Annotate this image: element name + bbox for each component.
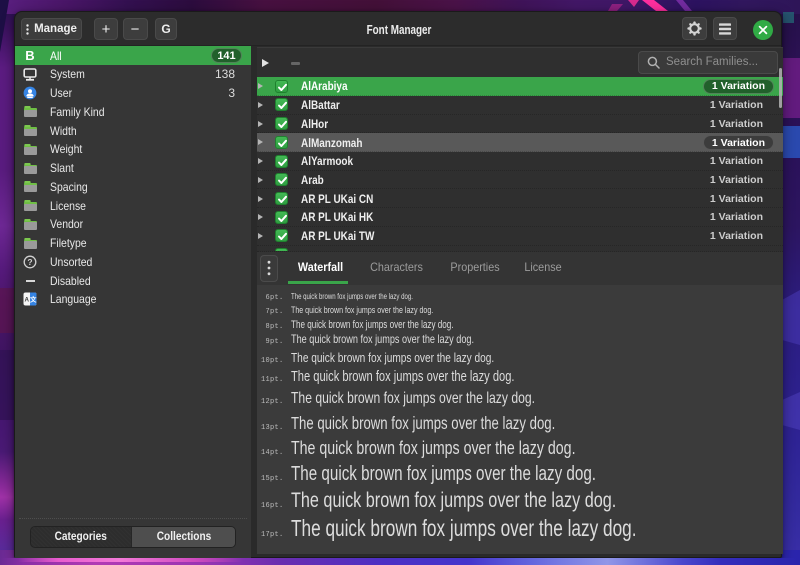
svg-text:A: A	[24, 297, 29, 304]
svg-text:文: 文	[29, 295, 37, 304]
svg-text:?: ?	[27, 257, 32, 267]
